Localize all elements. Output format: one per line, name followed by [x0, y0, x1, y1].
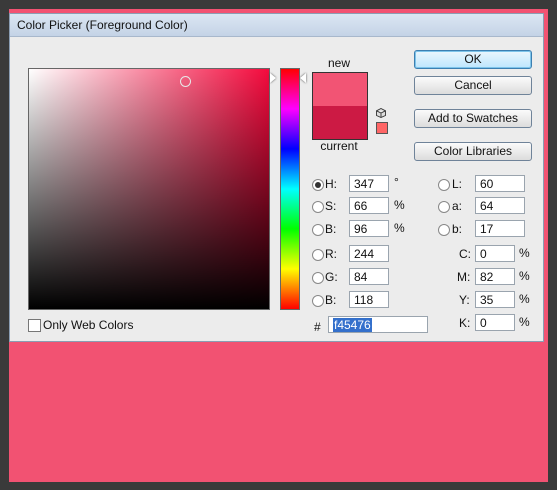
current-color-swatch[interactable] [313, 106, 367, 139]
red-label: R: [325, 247, 337, 261]
cancel-button[interactable]: Cancel [414, 76, 532, 95]
color-picker-dialog: Color Picker (Foreground Color) new curr… [9, 13, 544, 342]
color-preview [312, 72, 368, 140]
brightness-input[interactable]: 96 [349, 220, 389, 237]
color-libraries-button[interactable]: Color Libraries [414, 142, 532, 161]
hue-unit: ° [394, 175, 399, 189]
saturation-input[interactable]: 66 [349, 197, 389, 214]
hue-slider[interactable] [280, 68, 300, 310]
black-label: K: [459, 316, 471, 330]
blue-radio[interactable] [312, 295, 324, 307]
cube-icon[interactable] [376, 108, 386, 118]
a-channel-label: a: [452, 199, 463, 213]
a-channel-radio[interactable] [438, 201, 450, 213]
b-channel-label: b: [452, 222, 463, 236]
saturation-brightness-field[interactable] [28, 68, 270, 310]
saturation-unit: % [394, 198, 405, 212]
hue-slider-right-arrow-icon[interactable] [300, 73, 306, 83]
hue-slider-left-arrow-icon[interactable] [270, 73, 276, 83]
black-input[interactable]: 0 [475, 314, 515, 331]
hex-input[interactable]: f45476 [328, 316, 428, 333]
green-radio[interactable] [312, 272, 324, 284]
window-title: Color Picker (Foreground Color) [17, 18, 188, 32]
new-color-swatch [313, 73, 367, 106]
cyan-label: C: [459, 247, 471, 261]
blue-input[interactable]: 118 [349, 291, 389, 308]
red-input[interactable]: 244 [349, 245, 389, 262]
lightness-radio[interactable] [438, 179, 450, 191]
add-to-swatches-button[interactable]: Add to Swatches [414, 109, 532, 128]
hue-input[interactable]: 347 [349, 175, 389, 192]
magenta-label: M: [457, 270, 471, 284]
web-safe-swatch[interactable] [376, 122, 388, 134]
yellow-unit: % [519, 292, 530, 306]
brightness-unit: % [394, 221, 405, 235]
red-radio[interactable] [312, 249, 324, 261]
hex-value: f45476 [333, 318, 372, 332]
green-label: G: [325, 270, 338, 284]
current-color-label: current [320, 139, 358, 153]
yellow-label: Y: [459, 293, 470, 307]
saturation-label: S: [325, 199, 337, 213]
blue-label: B: [325, 293, 337, 307]
yellow-input[interactable]: 35 [475, 291, 515, 308]
lightness-input[interactable]: 60 [475, 175, 525, 192]
only-web-colors-label: Only Web Colors [43, 318, 134, 332]
lightness-label: L: [452, 177, 463, 191]
saturation-radio[interactable] [312, 201, 324, 213]
green-input[interactable]: 84 [349, 268, 389, 285]
hue-label: H: [325, 177, 337, 191]
magenta-input[interactable]: 82 [475, 268, 515, 285]
cyan-unit: % [519, 246, 530, 260]
hex-prefix: # [314, 320, 321, 334]
new-color-label: new [327, 56, 350, 70]
cyan-input[interactable]: 0 [475, 245, 515, 262]
magenta-unit: % [519, 269, 530, 283]
title-bar: Color Picker (Foreground Color) [10, 14, 543, 37]
b-channel-input[interactable]: 17 [475, 220, 525, 237]
hue-radio[interactable] [312, 179, 324, 191]
a-channel-input[interactable]: 64 [475, 197, 525, 214]
ok-button[interactable]: OK [414, 50, 532, 69]
only-web-colors-checkbox[interactable] [28, 319, 41, 332]
brightness-label: B: [325, 222, 337, 236]
color-picker-ring[interactable] [180, 76, 191, 87]
brightness-radio[interactable] [312, 224, 324, 236]
black-unit: % [519, 315, 530, 329]
b-channel-radio[interactable] [438, 224, 450, 236]
